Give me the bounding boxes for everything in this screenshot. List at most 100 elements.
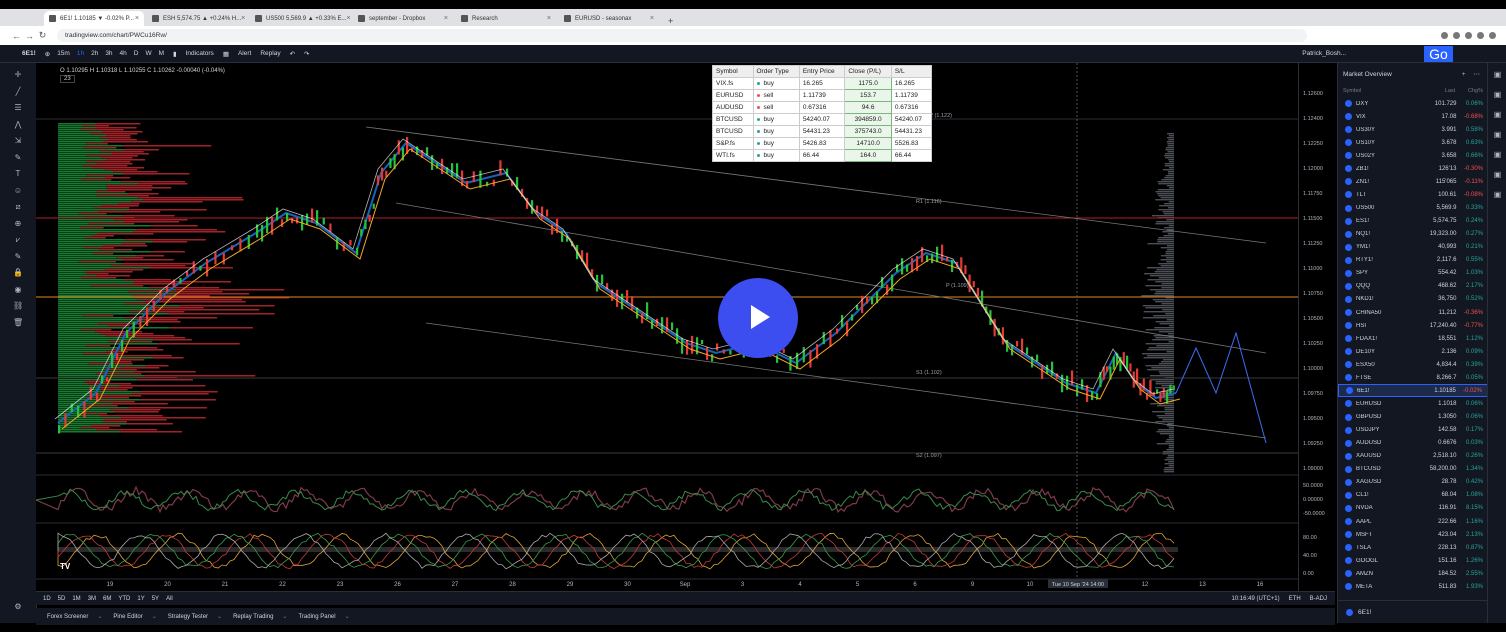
ideas-icon[interactable]: ▣ [1493,151,1502,159]
emoji-icon[interactable]: ☺ [13,186,23,195]
symbol-search[interactable]: 6E1! [22,50,36,57]
magnet-icon[interactable]: ⩗ [13,236,23,244]
watchlist-row[interactable]: RTY1! 2,117.6 0.55% [1338,254,1488,267]
interval-15m[interactable]: 15m [57,50,70,57]
chevron-down-icon[interactable]: ⌄ [345,613,350,620]
extension-icon[interactable] [1465,32,1472,39]
ruler-icon[interactable]: ⧄ [13,203,23,211]
chat-icon[interactable]: ▣ [1493,191,1502,199]
watchlist-row[interactable]: XAGUSD 28.78 0.42% [1338,476,1488,489]
browser-tab[interactable]: 6E1! 1.10185 ▼ -0.02% P... × [44,11,144,26]
watchlist-row[interactable]: GOOGL 151.16 1.26% [1338,554,1488,567]
range-1Y[interactable]: 1Y [137,596,144,602]
order-row[interactable]: BTCUSD buy 54240.07 394859.0 54240.07 [712,113,933,126]
watchlist-row[interactable]: US30Y 3.991 0.58% [1338,123,1488,136]
watchlist-row[interactable]: AUDUSD 0.6676 0.03% [1338,437,1488,450]
redo-icon[interactable]: ↷ [304,50,309,58]
watchlist-row[interactable]: US02Y 3.658 0.66% [1338,149,1488,162]
link-icon[interactable]: ⛓ [13,302,23,310]
add-symbol-plus-icon[interactable]: + [1462,71,1466,78]
interval-2h[interactable]: 2h [91,50,98,57]
watchlist-row[interactable]: VIX 17.08 -0.68% [1338,110,1488,123]
lock-drawings-icon[interactable]: ✎ [13,252,23,261]
watchlist-row[interactable]: US500 5,569.9 0.33% [1338,202,1488,215]
watchlist-icon[interactable]: ▣ [1493,71,1502,79]
interval-M[interactable]: M [159,50,164,57]
forecast-icon[interactable]: ⇲ [13,137,23,145]
go-button[interactable]: Go [1424,46,1453,62]
replay-button[interactable]: Replay [260,50,280,57]
fib-icon[interactable]: ☰ [13,104,23,112]
video-play-button[interactable] [718,278,798,358]
extension-icon[interactable] [1477,32,1484,39]
clock-text[interactable]: 10:16:49 (UTC+1) [1231,596,1279,602]
extension-icon[interactable] [1453,32,1460,39]
data-window-icon[interactable]: ▣ [1493,111,1502,119]
panel-tab[interactable]: Replay Trading [233,614,273,620]
watchlist-row[interactable]: CL1! 68.04 1.08% [1338,489,1488,502]
order-row[interactable]: BTCUSD buy 54431.23 375743.0 54431.23 [712,125,933,138]
watchlist-row[interactable]: ES1! 5,574.75 0.24% [1338,215,1488,228]
watchlist-row[interactable]: FDAX1! 18,551 1.12% [1338,332,1488,345]
watchlist-row[interactable]: ZB1! 126'13 -0.30% [1338,162,1488,175]
close-tab-icon[interactable]: × [650,15,654,22]
back-arrow-icon[interactable]: ← [10,31,23,41]
range-5D[interactable]: 5D [58,596,66,602]
user-label[interactable]: Patrick_Bosh... [1302,50,1346,57]
range-6M[interactable]: 6M [103,596,111,602]
watchlist-row[interactable]: GBPUSD 1.3050 0.06% [1338,411,1488,424]
watchlist-row[interactable]: NQ1! 19,323.00 0.27% [1338,228,1488,241]
interval-D[interactable]: D [134,50,139,57]
alert-button[interactable]: Alert [238,50,251,57]
watchlist-row[interactable]: MSFT 423.04 2.13% [1338,528,1488,541]
watchlist-row[interactable]: CHINA50 11,212 -0.36% [1338,306,1488,319]
watchlist-row[interactable]: 6E1! 1.10185 -0.02% [1338,384,1488,398]
range-YTD[interactable]: YTD [118,596,130,602]
adjustment-toggle[interactable]: B-ADJ [1310,596,1327,602]
watchlist-row[interactable]: YM1! 40,993 0.21% [1338,241,1488,254]
settings-gear-icon[interactable]: ⚙ [13,603,23,611]
interval-3h[interactable]: 3h [105,50,112,57]
range-5Y[interactable]: 5Y [152,596,159,602]
panel-tab[interactable]: Pine Editor [113,614,142,620]
watchlist-row[interactable]: ESX50 4,834.4 0.39% [1338,358,1488,371]
panel-tab[interactable]: Strategy Tester [168,614,208,620]
session-toggle[interactable]: ETH [1289,596,1301,602]
brush-icon[interactable]: ✎ [13,153,23,162]
trash-icon[interactable]: 🗑 [13,318,23,327]
undo-icon[interactable]: ↶ [290,50,295,58]
watchlist-title[interactable]: Market Overview [1343,71,1392,78]
order-row[interactable]: WTI.fs buy 66.44 164.0 66.44 [712,149,933,162]
order-row[interactable]: VIX.fs buy 16.265 1175.0 16.265 [712,77,933,90]
reload-icon[interactable]: ↻ [36,30,49,41]
chart-area[interactable]: 19202122232627282930Sep345691011121316Tu… [35,63,1335,591]
footer-symbol[interactable]: 6E1! [1358,609,1371,616]
extension-icon[interactable] [1441,32,1448,39]
trend-line-icon[interactable]: ╱ [13,87,23,96]
close-tab-icon[interactable]: × [444,15,448,22]
zoom-icon[interactable]: ⊕ [13,219,23,228]
watchlist-row[interactable]: FTSE 8,266.7 0.05% [1338,371,1488,384]
calendar-icon[interactable]: ▣ [1493,131,1502,139]
col-symbol[interactable]: Symbol [1343,88,1408,94]
more-options-icon[interactable]: ⋯ [1474,70,1481,78]
close-tab-icon[interactable]: × [547,15,551,22]
candle-type-icon[interactable]: ▮ [173,50,177,58]
close-tab-icon[interactable]: × [241,15,245,22]
range-1D[interactable]: 1D [43,596,51,602]
watchlist-row[interactable]: NVDA 116.91 8.15% [1338,502,1488,515]
lock-icon[interactable]: 🔒 [13,269,23,277]
chevron-down-icon[interactable]: ⌄ [152,613,157,620]
watchlist-row[interactable]: USDJPY 142.58 0.17% [1338,424,1488,437]
range-1M[interactable]: 1M [72,596,80,602]
profile-icon[interactable] [1489,32,1496,39]
watchlist-row[interactable]: HSI 17,240.40 -0.77% [1338,319,1488,332]
chevron-down-icon[interactable]: ⌄ [282,613,287,620]
range-All[interactable]: All [166,596,173,602]
watchlist-row[interactable]: NKD1! 36,750 0.52% [1338,293,1488,306]
indicator-count-badge[interactable]: 23 [60,75,75,83]
range-3M[interactable]: 3M [88,596,96,602]
col-last[interactable]: Last [1408,88,1455,94]
watchlist-row[interactable]: DE10Y 2.136 0.09% [1338,345,1488,358]
notifications-icon[interactable]: ▣ [1493,171,1502,179]
